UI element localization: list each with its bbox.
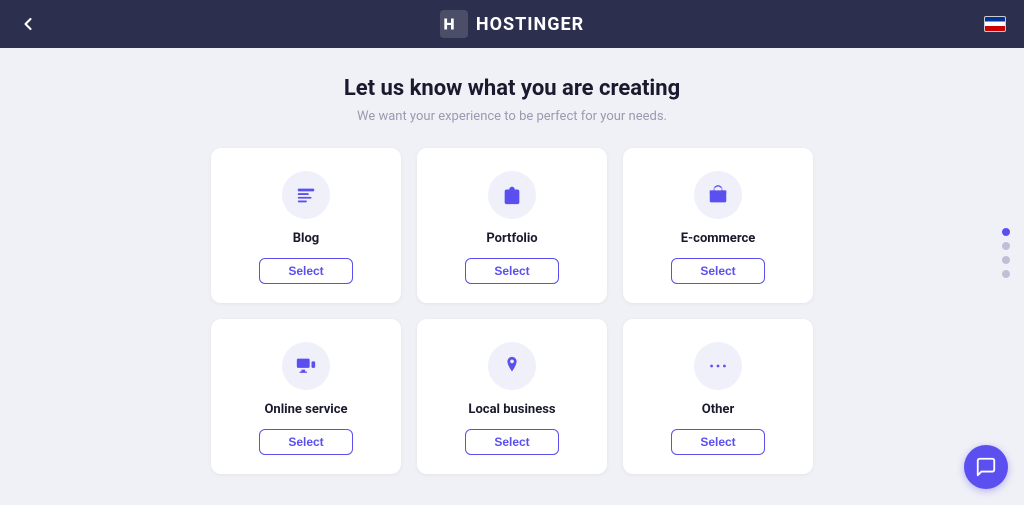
card-portfolio-label: Portfolio [486,231,537,246]
header: H HOSTINGER [0,0,1024,48]
other-icon [707,355,729,377]
card-other-select-button[interactable]: Select [671,429,764,455]
card-online-service-label: Online service [264,402,347,417]
card-ecommerce-icon-wrap [694,171,742,219]
card-local-business-icon-wrap [488,342,536,390]
scroll-dot-2 [1002,242,1010,250]
card-ecommerce: E-commerce Select [623,148,813,303]
page-title: Let us know what you are creating [344,76,680,101]
page-subtitle: We want your experience to be perfect fo… [357,109,667,124]
card-ecommerce-label: E-commerce [681,231,756,246]
portfolio-icon [501,184,523,206]
local-business-icon [501,355,523,377]
card-online-service: Online service Select [211,319,401,474]
card-blog-icon-wrap [282,171,330,219]
back-button[interactable] [18,14,38,34]
blog-icon [295,184,317,206]
logo-icon: H [440,10,468,38]
chat-bubble-icon [975,456,997,478]
card-blog-select-button[interactable]: Select [259,258,352,284]
card-other-label: Other [702,402,734,417]
logo-text: HOSTINGER [476,14,584,35]
ecommerce-icon [707,184,729,206]
category-grid: Blog Select Portfolio Select [211,148,813,474]
card-portfolio-icon-wrap [488,171,536,219]
scroll-dots [1002,228,1010,278]
scroll-dot-1 [1002,228,1010,236]
card-portfolio: Portfolio Select [417,148,607,303]
card-other-icon-wrap [694,342,742,390]
main-content: Let us know what you are creating We wan… [0,48,1024,474]
card-portfolio-select-button[interactable]: Select [465,258,558,284]
logo: H HOSTINGER [440,10,584,38]
card-local-business-select-button[interactable]: Select [465,429,558,455]
card-online-service-icon-wrap [282,342,330,390]
card-local-business: Local business Select [417,319,607,474]
card-ecommerce-select-button[interactable]: Select [671,258,764,284]
scroll-dot-3 [1002,256,1010,264]
chat-bubble-button[interactable] [964,445,1008,489]
online-service-icon [295,355,317,377]
card-blog: Blog Select [211,148,401,303]
language-selector[interactable] [984,16,1006,32]
card-blog-label: Blog [293,231,320,246]
svg-text:H: H [443,14,455,33]
card-other: Other Select [623,319,813,474]
card-online-service-select-button[interactable]: Select [259,429,352,455]
scroll-dot-4 [1002,270,1010,278]
card-local-business-label: Local business [468,402,555,417]
flag-icon [984,16,1006,32]
